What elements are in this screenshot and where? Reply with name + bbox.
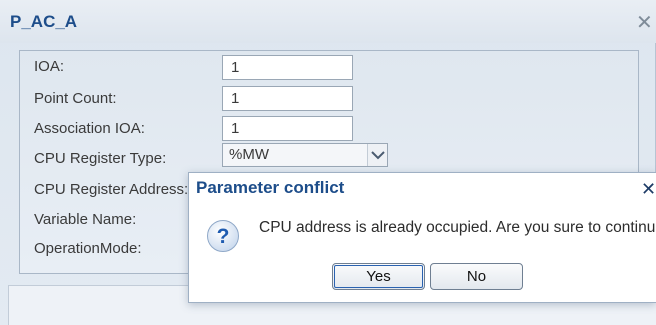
no-button[interactable]: No bbox=[430, 263, 523, 290]
point-count-label: Point Count: bbox=[34, 90, 117, 107]
window-title: P_AC_A bbox=[10, 12, 78, 31]
operation-mode-label: OperationMode: bbox=[34, 240, 142, 257]
cpu-register-type-value: %MW bbox=[229, 146, 269, 163]
close-icon[interactable]: ✕ bbox=[636, 13, 656, 33]
question-icon: ? bbox=[207, 220, 239, 252]
parameter-conflict-dialog: Parameter conflict ✕ ? CPU address is al… bbox=[188, 172, 656, 303]
dialog-message: CPU address is already occupied. Are you… bbox=[259, 219, 656, 236]
ioa-label: IOA: bbox=[34, 58, 65, 75]
yes-button[interactable]: Yes bbox=[332, 263, 425, 290]
chevron-down-icon[interactable] bbox=[367, 144, 387, 166]
window-titlebar: P_AC_A ✕ bbox=[0, 0, 656, 43]
cpu-register-address-label: CPU Register Address: bbox=[34, 181, 189, 198]
association-ioa-label: Association IOA: bbox=[34, 120, 145, 137]
parameter-window: P_AC_A ✕ IOA: 1 Point Count: 1 Associati… bbox=[0, 0, 656, 325]
cpu-register-type-label: CPU Register Type: bbox=[34, 150, 167, 167]
cpu-register-type-select[interactable]: %MW bbox=[222, 143, 388, 167]
ioa-field[interactable]: 1 bbox=[222, 55, 353, 80]
dialog-title: Parameter conflict bbox=[196, 178, 345, 197]
variable-name-label: Variable Name: bbox=[34, 211, 137, 228]
svg-text:?: ? bbox=[217, 225, 230, 248]
point-count-field[interactable]: 1 bbox=[222, 86, 353, 111]
close-icon[interactable]: ✕ bbox=[641, 179, 656, 200]
association-ioa-field[interactable]: 1 bbox=[222, 116, 353, 141]
